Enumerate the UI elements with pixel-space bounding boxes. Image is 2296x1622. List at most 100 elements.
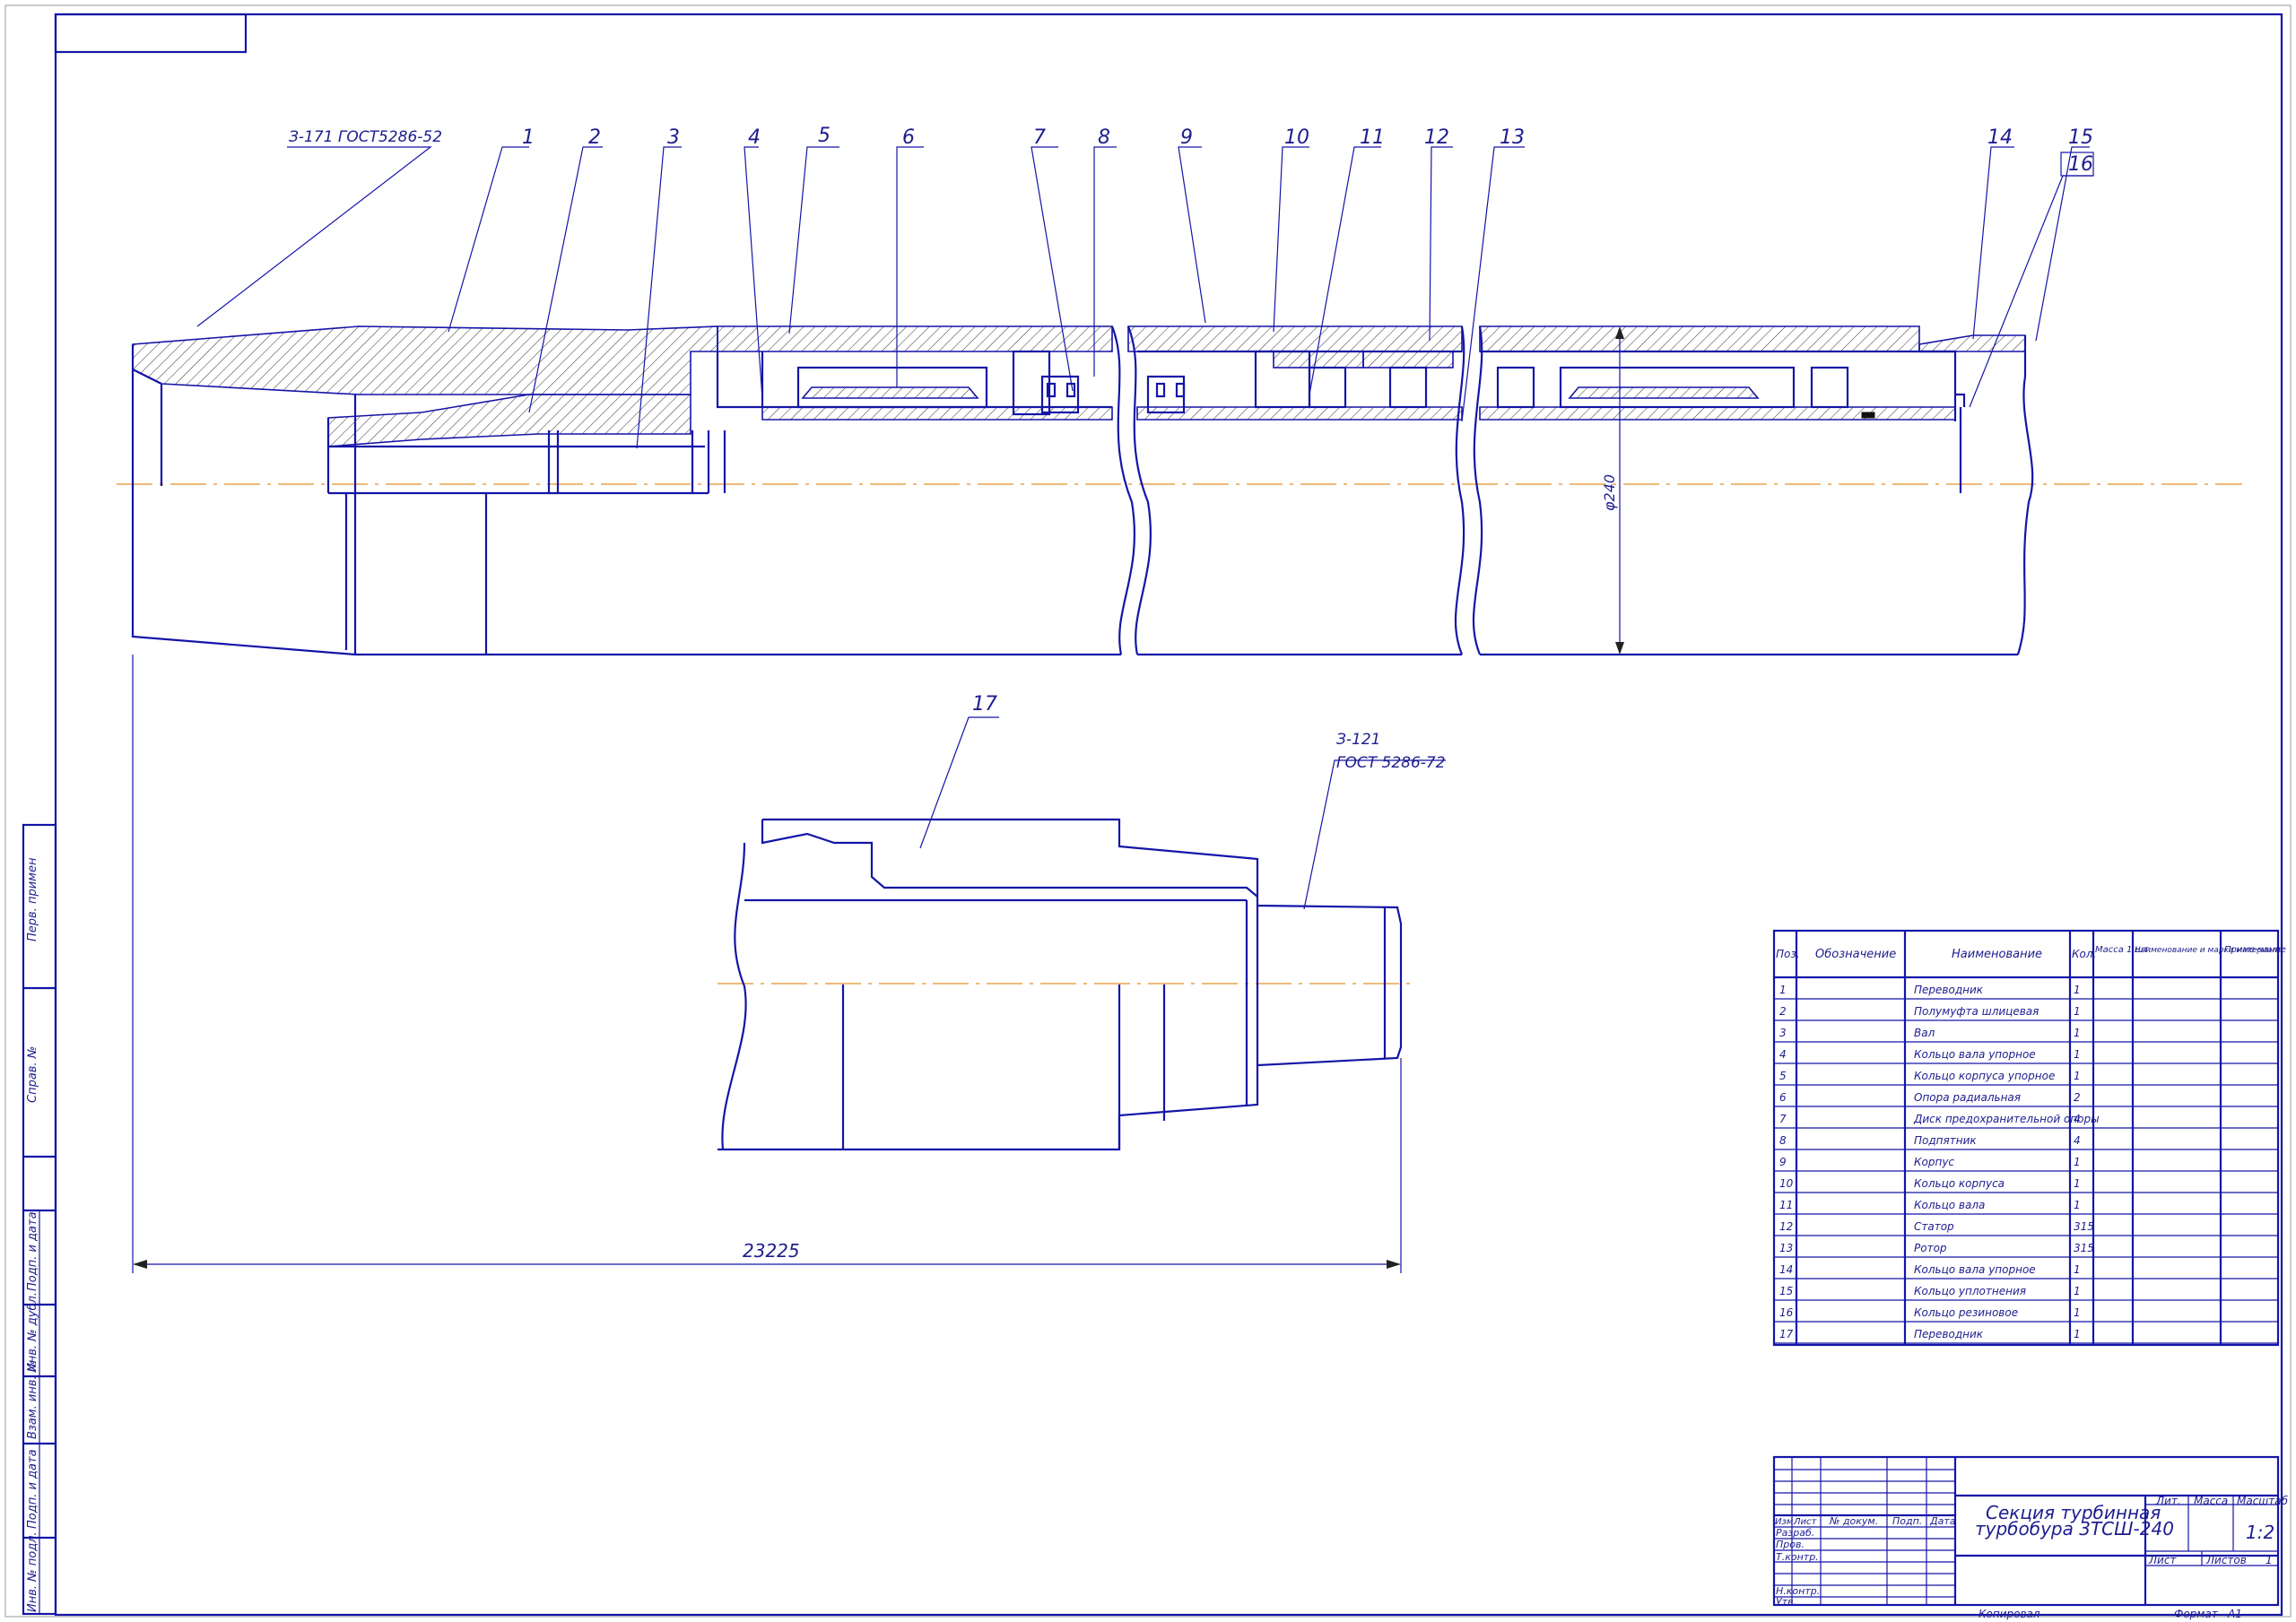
- callout-7: 7: [1033, 126, 1046, 149]
- tb-sign: Подп.: [1892, 1515, 1922, 1527]
- tb-lit: Лит.: [2155, 1495, 2181, 1507]
- tb-razrab: Разраб.: [1776, 1527, 1814, 1539]
- thread-spec-bottom-2: ГОСТ 5286-72: [1336, 754, 1446, 772]
- specification-table: Поз. Обозначение Наименование Кол. Масса…: [1772, 929, 2286, 1347]
- stamp-podp-data-2: Подп. и дата: [26, 1449, 39, 1529]
- spec-cell-pos: 4: [1779, 1048, 1787, 1061]
- spec-cell-name: Подпятник: [1914, 1134, 1977, 1147]
- spec-cell-pos: 1: [1779, 984, 1787, 996]
- callout-13: 13: [1500, 126, 1525, 149]
- part-2-coupling: [327, 394, 691, 447]
- thread-spec-top: З-171 ГОСТ5286-52: [289, 128, 442, 146]
- stamp-inv-dubl: Инв. № дубл.: [26, 1292, 39, 1372]
- spec-cell-pos: 5: [1779, 1070, 1787, 1082]
- callout-16: 16: [2068, 153, 2093, 176]
- part-16-rubber-ring: [1861, 412, 1875, 419]
- callout-2: 2: [588, 126, 601, 149]
- spec-rows: 1 Переводник 12 Полумуфта шлицевая 13 Вал 14 Ко…: [1774, 984, 2278, 1344]
- thread-spec-bottom-1: З-121: [1336, 731, 1380, 749]
- length-dimension: 23225: [132, 655, 1402, 1273]
- stamp-vzam-inv: Взам. инв. №: [26, 1360, 39, 1439]
- callout-8: 8: [1098, 126, 1110, 149]
- spec-header-name: Наименование: [1952, 948, 2042, 961]
- tb-list: Лист: [1793, 1517, 1818, 1527]
- spec-cell-name: Ротор: [1914, 1242, 1947, 1254]
- spec-cell-qty: 315: [2074, 1242, 2094, 1254]
- spec-cell-qty: 1: [2074, 1005, 2081, 1018]
- stamp-inv-podl: Инв. № подл.: [26, 1531, 39, 1612]
- tb-scale: 1:2: [2246, 1522, 2274, 1543]
- callout-4: 4: [748, 126, 761, 149]
- spec-cell-pos: 6: [1779, 1091, 1787, 1104]
- spec-cell-qty: 1: [2074, 1199, 2081, 1211]
- spec-cell-qty: 1: [2074, 1070, 2081, 1082]
- part-1-sub: [132, 325, 718, 395]
- spec-cell-name: Кольцо вала: [1914, 1199, 1985, 1211]
- spec-cell-name: Кольцо уплотнения: [1914, 1285, 2026, 1297]
- spec-cell-name: Кольцо корпуса упорное: [1914, 1070, 2055, 1082]
- spec-cell-name: Опора радиальная: [1914, 1091, 2021, 1104]
- spec-cell-name: Кольцо корпуса: [1914, 1177, 2005, 1190]
- callout-6: 6: [902, 126, 915, 149]
- spec-cell-name: Корпус: [1914, 1156, 1954, 1168]
- spec-cell-pos: 7: [1779, 1113, 1787, 1125]
- callout-3: 3: [667, 126, 680, 149]
- spec-cell-qty: 1: [2074, 984, 2081, 996]
- tb-izm: Изм.: [1775, 1517, 1796, 1527]
- callout-10: 10: [1284, 126, 1309, 149]
- tb-doc: № докум.: [1829, 1515, 1878, 1527]
- tb-tkontr: Т.контр.: [1776, 1551, 1819, 1563]
- tb-date: Дата: [1929, 1515, 1956, 1527]
- tb-format-val: А1: [2227, 1608, 2242, 1620]
- tb-massa: Масса: [2194, 1495, 2228, 1507]
- stamp-perv-primen: Перв. примен: [26, 857, 39, 941]
- spec-cell-qty: 1: [2074, 1285, 2081, 1297]
- spec-cell-qty: 2: [2074, 1091, 2081, 1104]
- tb-utv: Утв.: [1776, 1596, 1796, 1608]
- part-14-ring: [1918, 334, 2026, 352]
- tb-masshtab: Масштаб: [2237, 1495, 2289, 1507]
- spec-cell-name: Кольцо резиновое: [1914, 1306, 2018, 1319]
- spec-cell-qty: 4: [2074, 1134, 2081, 1147]
- spec-cell-name: Переводник: [1914, 1328, 1984, 1340]
- spec-cell-pos: 3: [1779, 1027, 1787, 1039]
- spec-cell-qty: 1: [2074, 1328, 2081, 1340]
- spec-cell-name: Переводник: [1914, 984, 1984, 996]
- drawing-sheet: Перв. примен Справ. № Подп. и дата Инв. …: [4, 4, 2292, 1620]
- margin-stamp: Перв. примен Справ. № Подп. и дата Инв. …: [22, 823, 57, 1616]
- spec-cell-pos: 14: [1779, 1263, 1793, 1276]
- callout-9: 9: [1180, 126, 1193, 149]
- spec-cell-pos: 17: [1779, 1328, 1794, 1340]
- stamp-sprav: Справ. №: [26, 1046, 39, 1103]
- spec-cell-qty: 1: [2074, 1177, 2081, 1190]
- spec-header-pos: Поз.: [1776, 948, 1800, 960]
- spec-cell-pos: 10: [1779, 1177, 1794, 1190]
- title-block: Изм. Лист № докум. Подп. Дата Разраб. Пр…: [1772, 1455, 2289, 1620]
- tb-title-2: турбобура 3ТСШ-240: [1975, 1518, 2174, 1540]
- dim-length-label: 23225: [743, 1240, 800, 1262]
- tb-format: Формат: [2174, 1608, 2219, 1620]
- spec-cell-pos: 9: [1779, 1156, 1787, 1168]
- tb-copied: Копировал: [1979, 1608, 2040, 1620]
- spec-cell-qty: 1: [2074, 1263, 2081, 1276]
- spec-cell-pos: 8: [1779, 1134, 1787, 1147]
- tb-sheets: Листов: [2205, 1554, 2247, 1566]
- spec-cell-pos: 13: [1779, 1242, 1793, 1254]
- spec-cell-name: Диск предохранительной опоры: [1913, 1113, 2100, 1125]
- callout-17: 17: [972, 693, 997, 716]
- dim-diameter-label: φ240: [1601, 474, 1618, 511]
- spec-cell-name: Кольцо вала упорное: [1914, 1048, 2036, 1061]
- spec-header-note: Приме-чание: [2224, 945, 2286, 955]
- callout-11: 11: [1360, 126, 1385, 149]
- turbine-section-assembly: φ240: [117, 325, 2242, 656]
- stamp-podp-data-1: Подп. и дата: [26, 1211, 39, 1291]
- spec-cell-qty: 4: [2074, 1113, 2081, 1125]
- spec-cell-pos: 16: [1779, 1306, 1794, 1319]
- spec-cell-qty: 315: [2074, 1220, 2094, 1233]
- spec-cell-pos: 15: [1779, 1285, 1793, 1297]
- spec-cell-qty: 1: [2074, 1027, 2081, 1039]
- callout-numbers: З-171 ГОСТ5286-52 1 2 3 4 5 6 7 8 9 10 1…: [289, 125, 2093, 176]
- callout-1: 1: [522, 126, 535, 149]
- callout-15: 15: [2068, 126, 2093, 149]
- tb-sheet: Лист: [2148, 1554, 2177, 1566]
